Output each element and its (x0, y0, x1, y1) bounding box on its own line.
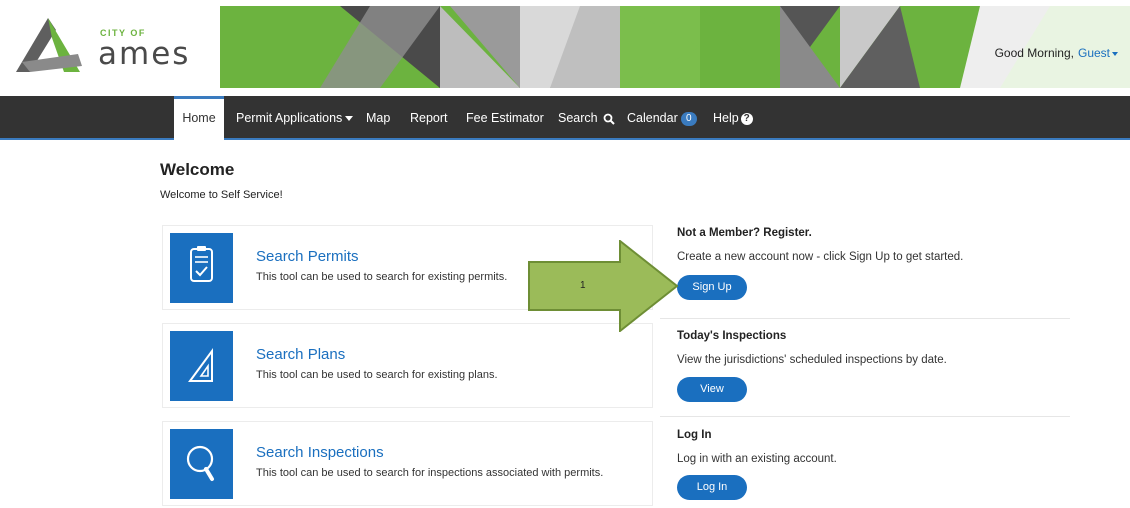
calendar-count-badge: 0 (680, 111, 697, 126)
page-title: Welcome (160, 160, 235, 179)
nav-search[interactable]: Search (558, 96, 615, 140)
inspections-text: View the jurisdictions' scheduled inspec… (677, 354, 947, 366)
ames-logo-mark-icon (16, 18, 82, 72)
nav-permit-applications-label: Permit Applications (236, 111, 343, 125)
annotation-label: 1 (580, 280, 586, 291)
search-plans-card[interactable]: Search Plans This tool can be used to se… (162, 323, 653, 408)
nav-fee-estimator[interactable]: Fee Estimator (466, 96, 544, 140)
search-inspections-card[interactable]: Search Inspections This tool can be used… (162, 421, 653, 506)
divider (660, 318, 1070, 319)
nav-help-label: Help (713, 111, 739, 125)
greeting: Good Morning, Guest (995, 46, 1118, 60)
guest-user-menu[interactable]: Guest (1078, 46, 1118, 60)
nav-home-label: Home (182, 111, 216, 125)
login-heading: Log In (677, 429, 712, 441)
chevron-down-icon (1112, 51, 1118, 56)
main-nav: Home Permit Applications Map Report Fee … (0, 96, 1130, 140)
nav-fee-estimator-label: Fee Estimator (466, 111, 544, 125)
nav-home[interactable]: Home (174, 96, 224, 140)
header-banner: Good Morning, Guest (220, 6, 1130, 88)
clipboard-check-icon (170, 233, 233, 303)
divider (660, 416, 1070, 417)
triangle-ruler-icon (170, 331, 233, 401)
log-in-button[interactable]: Log In (677, 475, 747, 500)
city-logo[interactable]: CITY OF ames (8, 10, 208, 84)
nav-calendar[interactable]: Calendar 0 (627, 96, 697, 140)
search-permits-title[interactable]: Search Permits (256, 248, 359, 265)
inspections-heading: Today's Inspections (677, 330, 787, 342)
nav-report[interactable]: Report (410, 96, 448, 140)
site-header: CITY OF ames Good Morning, Guest (0, 0, 1130, 96)
search-plans-title[interactable]: Search Plans (256, 346, 345, 363)
login-text: Log in with an existing account. (677, 453, 837, 465)
nav-map[interactable]: Map (366, 96, 390, 140)
logo-name: ames (98, 36, 191, 72)
view-button[interactable]: View (677, 377, 747, 402)
greeting-text: Good Morning, (994, 46, 1074, 60)
nav-permit-applications[interactable]: Permit Applications (236, 96, 354, 140)
caret-down-icon (345, 116, 354, 122)
user-name: Guest (1077, 46, 1110, 60)
inspections-section: Today's Inspections View the jurisdictio… (677, 330, 1070, 410)
annotation-arrow-icon (528, 240, 678, 332)
search-inspections-description: This tool can be used to search for insp… (256, 467, 604, 479)
search-inspections-title[interactable]: Search Inspections (256, 444, 384, 461)
nav-search-label: Search (558, 111, 598, 125)
register-heading: Not a Member? Register. (677, 227, 812, 239)
magnifier-icon (170, 429, 233, 499)
nav-map-label: Map (366, 111, 391, 125)
search-plans-description: This tool can be used to search for exis… (256, 369, 498, 381)
help-question-icon: ? (740, 112, 753, 125)
nav-calendar-label: Calendar (627, 111, 678, 125)
register-text: Create a new account now - click Sign Up… (677, 251, 964, 263)
nav-report-label: Report (410, 111, 448, 125)
sign-up-button[interactable]: Sign Up (677, 275, 747, 300)
page-subtitle: Welcome to Self Service! (160, 189, 283, 201)
login-section: Log In Log in with an existing account. … (677, 429, 1070, 508)
search-icon (603, 113, 615, 125)
nav-help[interactable]: Help? (713, 96, 753, 140)
register-section: Not a Member? Register. Create a new acc… (677, 227, 1070, 307)
